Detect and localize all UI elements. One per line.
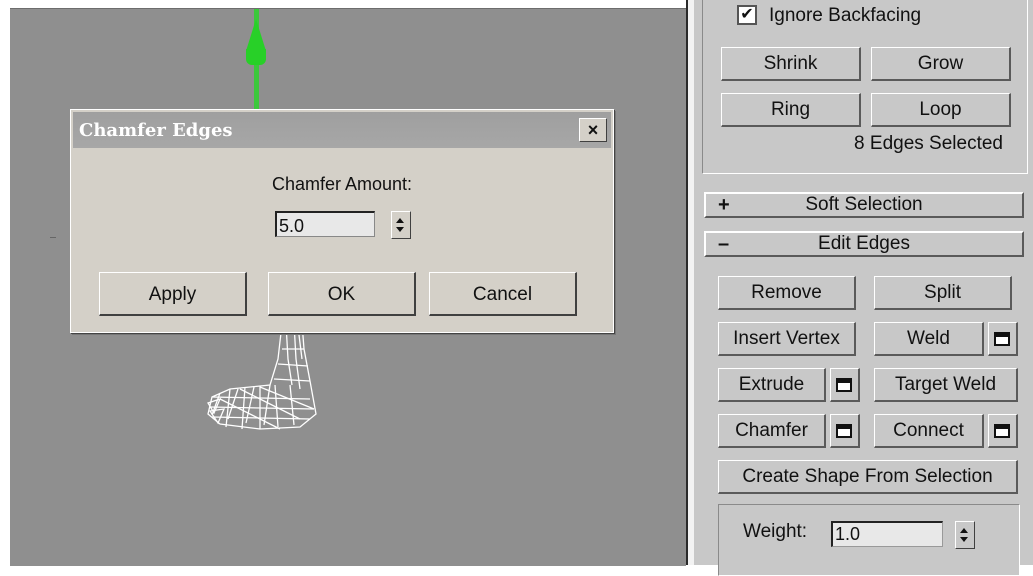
grow-button[interactable]: Grow — [871, 47, 1011, 81]
weight-label: Weight: — [743, 521, 808, 542]
selection-rollout: ✔ Ignore Backfacing Shrink Grow Ring Loo… — [702, 0, 1028, 174]
dialog-title: Chamfer Edges — [79, 120, 233, 141]
edit-edges-rollout-header[interactable]: – Edit Edges — [704, 231, 1024, 257]
dialog-titlebar[interactable]: Chamfer Edges × — [73, 112, 611, 148]
chamfer-button[interactable]: Chamfer — [718, 414, 826, 448]
soft-selection-label: Soft Selection — [805, 194, 923, 215]
command-panel: ✔ Ignore Backfacing Shrink Grow Ring Loo… — [694, 0, 1033, 576]
chamfer-amount-input[interactable]: 5.0 — [275, 211, 375, 237]
settings-window-icon — [836, 378, 852, 392]
cancel-button[interactable]: Cancel — [429, 272, 577, 316]
edges-selected-status: 8 Edges Selected — [854, 133, 1003, 154]
ignore-backfacing-checkbox[interactable]: ✔ — [737, 5, 757, 25]
close-icon: × — [587, 120, 599, 140]
viewport-separator — [686, 0, 694, 565]
settings-window-icon — [836, 424, 852, 438]
viewport-crosshair — [50, 237, 56, 238]
spinner-up-icon[interactable] — [960, 528, 968, 533]
edit-edges-label: Edit Edges — [818, 233, 910, 254]
chamfer-edges-dialog: Chamfer Edges × Chamfer Amount: 5.0 Appl… — [70, 109, 614, 333]
extrude-button[interactable]: Extrude — [718, 368, 826, 402]
weight-input[interactable]: 1.0 — [831, 521, 943, 547]
weld-button[interactable]: Weld — [874, 322, 984, 356]
ring-button[interactable]: Ring — [721, 93, 861, 127]
shrink-button[interactable]: Shrink — [721, 47, 861, 81]
chamfer-settings-button[interactable] — [830, 414, 860, 448]
weight-group: Weight: 1.0 — [718, 504, 1020, 576]
loop-button[interactable]: Loop — [871, 93, 1011, 127]
extrude-settings-button[interactable] — [830, 368, 860, 402]
spinner-down-icon[interactable] — [960, 537, 968, 542]
connect-settings-button[interactable] — [988, 414, 1018, 448]
split-button[interactable]: Split — [874, 276, 1012, 310]
weight-spinner[interactable] — [955, 521, 975, 549]
gizmo-arrow-body[interactable] — [246, 49, 266, 65]
ok-button[interactable]: OK — [268, 272, 416, 316]
weld-settings-button[interactable] — [988, 322, 1018, 356]
wireframe-model[interactable] — [190, 319, 330, 439]
connect-button[interactable]: Connect — [874, 414, 984, 448]
settings-window-icon — [994, 332, 1010, 346]
target-weld-button[interactable]: Target Weld — [874, 368, 1018, 402]
chamfer-amount-spinner[interactable] — [391, 211, 411, 239]
close-button[interactable]: × — [579, 118, 607, 142]
remove-button[interactable]: Remove — [718, 276, 856, 310]
viewport[interactable]: Chamfer Edges × Chamfer Amount: 5.0 Appl… — [10, 8, 686, 566]
checkmark-icon: ✔ — [740, 6, 754, 23]
gizmo-arrow-icon[interactable] — [246, 19, 266, 51]
insert-vertex-button[interactable]: Insert Vertex — [718, 322, 856, 356]
soft-selection-rollout-header[interactable]: + Soft Selection — [704, 192, 1024, 218]
spinner-down-icon[interactable] — [396, 227, 404, 232]
ignore-backfacing-label: Ignore Backfacing — [769, 5, 922, 26]
spinner-up-icon[interactable] — [396, 218, 404, 223]
chamfer-amount-label: Chamfer Amount: — [271, 174, 413, 194]
apply-button[interactable]: Apply — [99, 272, 247, 316]
settings-window-icon — [994, 424, 1010, 438]
create-shape-button[interactable]: Create Shape From Selection — [718, 460, 1018, 494]
